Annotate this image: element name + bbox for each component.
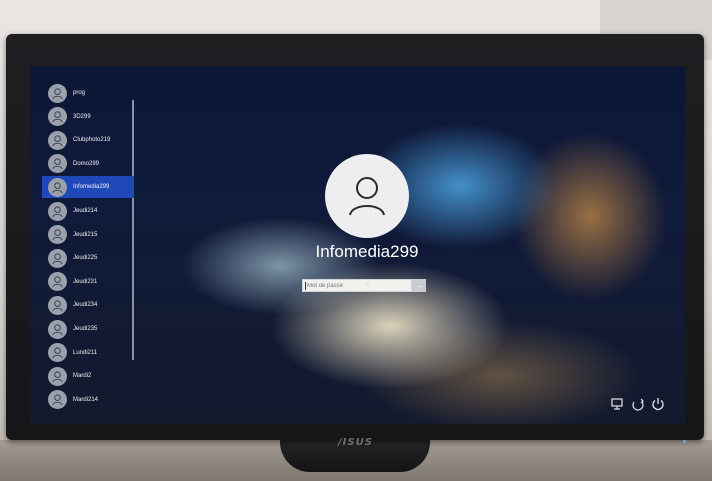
user-name: Jeudi215 (73, 231, 98, 238)
user-icon (52, 323, 63, 335)
system-icons (610, 396, 670, 414)
user-icon (52, 371, 63, 382)
user-list-item[interactable]: Jeudi234 (42, 294, 134, 316)
user-list-item[interactable]: Jeudi214 (42, 200, 134, 222)
user-list-item[interactable]: prog (42, 82, 134, 104)
user-name: prog (73, 90, 86, 96)
password-input[interactable] (307, 280, 391, 291)
user-avatar (48, 366, 67, 386)
user-icon (52, 205, 63, 217)
user-list-item[interactable]: Jeudi225 (42, 247, 134, 269)
user-avatar (48, 248, 67, 268)
user-list-item[interactable]: Mardi2 (42, 365, 134, 387)
user-list: prog 3D299 Clubphoto219 Domo299 Infomedia299… (42, 78, 134, 424)
user-icon (52, 300, 63, 312)
user-list-item[interactable]: Jeudi235 (42, 318, 134, 340)
user-name: Mardi2 (73, 373, 92, 380)
power-led (683, 440, 686, 443)
user-icon (52, 182, 63, 194)
user-name: Lundi211 (73, 349, 98, 356)
user-name: Domo299 (73, 160, 100, 167)
arrow-right-icon: → (415, 281, 423, 290)
user-avatar (48, 154, 67, 174)
user-icon (52, 135, 63, 146)
network-icon[interactable] (610, 396, 626, 412)
user-name: Clubphoto219 (73, 137, 111, 144)
user-list-item[interactable]: Domo299 (42, 153, 134, 175)
text-caret (305, 282, 306, 290)
user-list-item[interactable]: Infomedia299 (42, 176, 134, 199)
user-name: Jeudi214 (73, 208, 98, 214)
user-name: 3D299 (73, 113, 91, 120)
user-name: Mardi214 (73, 396, 99, 403)
monitor-brand-logo: /ISUS (338, 437, 373, 448)
user-avatar (48, 201, 67, 221)
user-icon (52, 253, 63, 264)
accessibility-icon[interactable] (630, 396, 646, 412)
user-avatar (48, 177, 67, 197)
user-avatar (48, 130, 67, 150)
user-icon (52, 111, 63, 123)
power-icon[interactable] (650, 396, 666, 412)
user-list-item[interactable]: 3D299 (42, 106, 134, 128)
user-avatar (48, 83, 67, 103)
user-avatar (48, 225, 67, 245)
user-avatar (48, 390, 67, 410)
user-icon (52, 87, 63, 99)
reveal-password-icon[interactable]: ◌ (365, 281, 369, 288)
user-icon (52, 394, 63, 406)
user-name: Infomedia299 (73, 184, 110, 191)
user-name: Jeudi234 (73, 302, 98, 309)
user-name: Jeudi225 (73, 255, 98, 262)
user-list-item[interactable]: Clubphoto219 (42, 129, 134, 151)
user-icon (52, 229, 63, 241)
user-avatar-large (325, 154, 409, 238)
user-icon (52, 276, 63, 288)
user-list-item[interactable]: Lundi211 (42, 342, 134, 364)
user-avatar (48, 319, 67, 339)
user-name: Jeudi231 (73, 278, 98, 285)
username-label: Infomedia299 (315, 242, 419, 261)
user-icon (52, 347, 63, 359)
user-icon (52, 158, 63, 170)
user-avatar (48, 295, 67, 315)
user-icon (349, 177, 385, 216)
submit-button[interactable]: → (412, 279, 426, 292)
lock-screen: prog 3D299 Clubphoto219 Domo299 Infomedia299… (30, 66, 685, 424)
user-list-item[interactable]: Mardi214 (42, 389, 134, 411)
user-avatar (48, 343, 67, 363)
user-avatar (48, 107, 67, 127)
user-avatar (48, 272, 67, 292)
user-name: Jeudi235 (73, 326, 98, 332)
password-field[interactable]: ◌ (302, 279, 412, 292)
user-list-item[interactable]: Jeudi215 (42, 224, 134, 246)
user-list-item[interactable]: Jeudi231 (42, 271, 134, 293)
